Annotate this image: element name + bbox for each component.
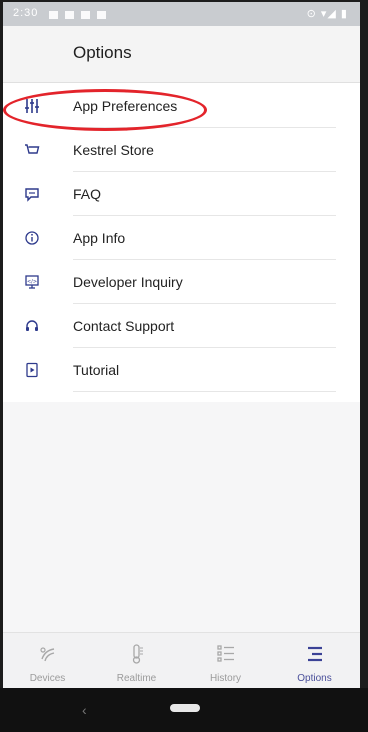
menu-item-developer-inquiry[interactable]: </> Developer Inquiry xyxy=(3,260,360,304)
history-list-icon xyxy=(215,643,237,665)
chat-icon xyxy=(24,186,40,202)
notification-icon xyxy=(97,11,107,20)
info-icon xyxy=(24,230,40,246)
options-menu-icon xyxy=(304,643,326,665)
bottom-navigation: Devices Realtime History Options xyxy=(3,632,360,688)
nav-tab-label: History xyxy=(209,673,242,684)
notification-icon xyxy=(65,11,75,20)
menu-item-label: Tutorial xyxy=(73,362,120,378)
menu-item-label: Developer Inquiry xyxy=(73,274,183,290)
menu-item-label: Contact Support xyxy=(73,318,175,334)
tutorial-icon xyxy=(24,362,40,378)
nav-tab-label: Realtime xyxy=(116,673,157,684)
system-navigation-bar: ‹ xyxy=(0,688,368,732)
monitor-icon: </> xyxy=(24,274,40,290)
nav-tab-history[interactable]: History xyxy=(181,633,270,688)
app-screen: 2:30 ⊙ ▾◢ ▮ Options App Preferences Kest… xyxy=(3,2,360,688)
menu-item-kestrel-store[interactable]: Kestrel Store xyxy=(3,128,360,172)
back-icon[interactable]: ‹ xyxy=(82,702,87,718)
menu-item-label: Kestrel Store xyxy=(73,142,154,158)
header: Options xyxy=(3,26,360,83)
menu-item-tutorial[interactable]: Tutorial xyxy=(3,348,360,392)
sliders-icon xyxy=(24,98,40,114)
empty-content-area xyxy=(3,402,360,632)
menu-item-label: App Info xyxy=(73,230,126,246)
menu-item-label: App Preferences xyxy=(73,98,178,114)
status-time: 2:30 xyxy=(13,7,39,19)
page-title: Options xyxy=(73,43,132,62)
notification-icon xyxy=(81,11,91,20)
nav-tab-realtime[interactable]: Realtime xyxy=(92,633,181,688)
headset-icon xyxy=(24,318,40,334)
svg-text:</>: </> xyxy=(27,279,37,285)
nav-tab-options[interactable]: Options xyxy=(270,633,359,688)
cart-icon xyxy=(24,142,40,158)
menu-item-label: FAQ xyxy=(73,186,102,202)
thermometer-icon xyxy=(126,643,148,665)
menu-item-faq[interactable]: FAQ xyxy=(3,172,360,216)
devices-icon xyxy=(37,643,59,665)
phone-frame: 2:30 ⊙ ▾◢ ▮ Options App Preferences Kest… xyxy=(0,0,368,732)
nav-tab-label: Devices xyxy=(29,673,66,684)
divider xyxy=(73,391,336,392)
options-menu: App Preferences Kestrel Store FAQ App In… xyxy=(3,84,360,392)
status-system-icons: ⊙ ▾◢ ▮ xyxy=(306,8,348,20)
menu-item-contact-support[interactable]: Contact Support xyxy=(3,304,360,348)
home-pill-icon[interactable] xyxy=(170,704,200,712)
status-bar: 2:30 ⊙ ▾◢ ▮ xyxy=(3,2,360,26)
nav-tab-devices[interactable]: Devices xyxy=(3,633,92,688)
status-notification-icons xyxy=(45,9,107,21)
menu-item-app-info[interactable]: App Info xyxy=(3,216,360,260)
menu-item-app-preferences[interactable]: App Preferences xyxy=(3,84,360,128)
nav-tab-label: Options xyxy=(297,673,332,684)
notification-icon xyxy=(49,11,58,20)
